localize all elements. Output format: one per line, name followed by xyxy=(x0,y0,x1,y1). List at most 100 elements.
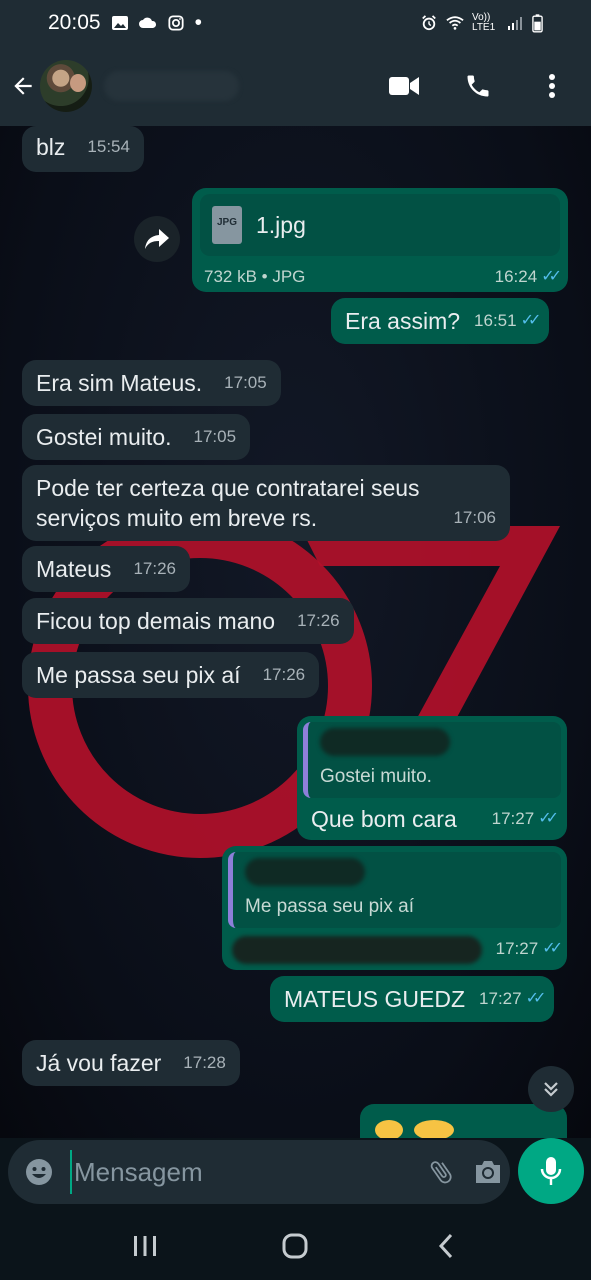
message-time: 17:27 xyxy=(495,939,539,958)
message-incoming[interactable]: Ficou top demais mano 17:26 xyxy=(22,598,354,644)
message-incoming[interactable]: Pode ter certeza que contratarei seus se… xyxy=(22,465,510,541)
message-text: Mateus xyxy=(36,556,112,582)
voice-call-button[interactable] xyxy=(461,69,495,103)
message-text: Ficou top demais mano xyxy=(36,608,276,634)
file-jpg-icon: JPG xyxy=(212,206,242,244)
attach-button[interactable] xyxy=(427,1156,455,1188)
handshake-icon xyxy=(414,1120,455,1138)
read-ticks-icon: ✓✓ xyxy=(520,312,542,329)
message-incoming[interactable]: Mateus 17:26 xyxy=(22,546,190,592)
message-outgoing-emoji[interactable] xyxy=(360,1104,567,1138)
read-ticks-icon: ✓✓ xyxy=(541,268,562,285)
quoted-text: Me passa seu pix aí xyxy=(245,896,414,917)
message-outgoing-file[interactable]: JPG 1.jpg 732 kB • JPG 16:24 ✓✓ xyxy=(192,188,568,292)
message-incoming[interactable]: Já vou fazer 17:28 xyxy=(22,1040,240,1086)
system-nav-bar xyxy=(0,1212,591,1280)
quoted-sender xyxy=(245,858,365,886)
chat-area[interactable]: blz 15:54 JPG 1.jpg 732 kB • JPG 16:24 ✓… xyxy=(0,126,591,1138)
message-time: 17:27 xyxy=(479,989,522,1008)
phone-icon xyxy=(467,75,489,97)
cloud-icon xyxy=(138,17,156,28)
scroll-to-bottom-button[interactable] xyxy=(528,1066,574,1112)
quoted-message[interactable]: Gostei muito. xyxy=(303,722,561,798)
alarm-icon xyxy=(422,15,436,31)
signal-icon xyxy=(508,17,522,30)
forward-button[interactable] xyxy=(134,216,180,262)
message-outgoing-reply[interactable]: Me passa seu pix aí 17:27 ✓✓ xyxy=(222,846,567,970)
message-time: 17:05 xyxy=(224,373,267,392)
read-ticks-icon: ✓✓ xyxy=(542,940,563,957)
back-button[interactable] xyxy=(8,66,38,106)
status-bar: 20:05 • Vo)) LTE1 xyxy=(0,0,591,46)
message-text: MATEUS GUEDZ xyxy=(284,986,466,1012)
message-outgoing[interactable]: MATEUS GUEDZ 17:27 ✓✓ xyxy=(270,976,555,1022)
message-text: Era sim Mateus. xyxy=(36,370,203,396)
quoted-sender xyxy=(320,728,450,756)
message-incoming[interactable]: Gostei muito. 17:05 xyxy=(22,414,251,460)
camera-icon xyxy=(476,1161,500,1183)
recent-apps-icon xyxy=(134,1236,157,1256)
message-text: Já vou fazer xyxy=(36,1050,162,1076)
message-time: 17:26 xyxy=(262,665,306,684)
quoted-message[interactable]: Me passa seu pix aí xyxy=(228,852,561,928)
message-time: 17:28 xyxy=(183,1053,226,1072)
message-time: 16:24 xyxy=(494,267,538,286)
file-name: 1.jpg xyxy=(256,212,306,238)
read-ticks-icon: ✓✓ xyxy=(525,990,547,1007)
clapping-hands-icon xyxy=(375,1120,403,1138)
instagram-icon xyxy=(168,15,184,31)
contact-name[interactable] xyxy=(104,71,239,101)
message-text: Que bom cara xyxy=(311,806,457,832)
message-time: 17:26 xyxy=(297,611,340,630)
video-call-icon xyxy=(389,77,419,95)
message-time: 17:26 xyxy=(133,559,176,578)
wifi-icon xyxy=(446,16,464,30)
file-attachment[interactable]: JPG 1.jpg xyxy=(200,194,560,256)
video-call-button[interactable] xyxy=(387,69,421,103)
battery-icon xyxy=(532,13,543,32)
input-bar xyxy=(0,1138,591,1212)
voice-message-button[interactable] xyxy=(518,1138,584,1204)
read-ticks-icon: ✓✓ xyxy=(538,810,559,827)
emoji-button[interactable] xyxy=(24,1156,54,1188)
message-time: 17:05 xyxy=(193,427,237,446)
message-incoming[interactable]: blz 15:54 xyxy=(22,126,144,172)
network-label: Vo)) LTE1 xyxy=(472,12,496,33)
message-input[interactable] xyxy=(70,1150,409,1194)
status-time: 20:05 xyxy=(48,11,101,34)
message-text: Pode ter certeza que contratarei seus xyxy=(36,475,420,501)
gallery-icon xyxy=(111,16,128,30)
message-time: 16:51 xyxy=(474,311,517,330)
quoted-text: Gostei muito. xyxy=(320,766,432,787)
microphone-icon xyxy=(540,1157,562,1185)
message-outgoing[interactable]: Era assim? 16:51 ✓✓ xyxy=(331,298,550,344)
more-options-button[interactable] xyxy=(535,69,569,103)
message-time: 15:54 xyxy=(87,137,130,156)
message-text: blz xyxy=(36,134,66,160)
chat-header xyxy=(0,46,591,126)
double-chevron-down-icon xyxy=(544,1082,558,1097)
home-icon xyxy=(282,1233,308,1259)
home-button[interactable] xyxy=(270,1226,320,1266)
message-incoming[interactable]: Me passa seu pix aí 17:26 xyxy=(22,652,320,698)
message-text: Era assim? xyxy=(345,308,461,334)
status-dot: • xyxy=(194,11,202,34)
message-incoming[interactable]: Era sim Mateus. 17:05 xyxy=(22,360,281,406)
message-text: Gostei muito. xyxy=(36,424,172,450)
message-outgoing-reply[interactable]: Gostei muito. Que bom cara 17:27 ✓✓ xyxy=(297,716,567,840)
file-meta: 732 kB • JPG xyxy=(204,267,306,286)
message-composer xyxy=(8,1140,510,1204)
nav-back-button[interactable] xyxy=(421,1226,471,1266)
blurred-message-text xyxy=(232,936,482,964)
forward-icon xyxy=(145,229,169,249)
avatar[interactable] xyxy=(40,60,92,112)
paperclip-icon xyxy=(430,1161,452,1184)
message-text: Me passa seu pix aí xyxy=(36,662,241,688)
message-time: 17:27 xyxy=(491,809,535,828)
back-arrow-icon xyxy=(14,77,32,95)
nav-back-icon xyxy=(438,1233,452,1259)
camera-button[interactable] xyxy=(473,1156,503,1188)
message-time: 17:06 xyxy=(453,508,496,527)
emoji-icon xyxy=(26,1159,52,1185)
recent-apps-button[interactable] xyxy=(120,1226,170,1266)
